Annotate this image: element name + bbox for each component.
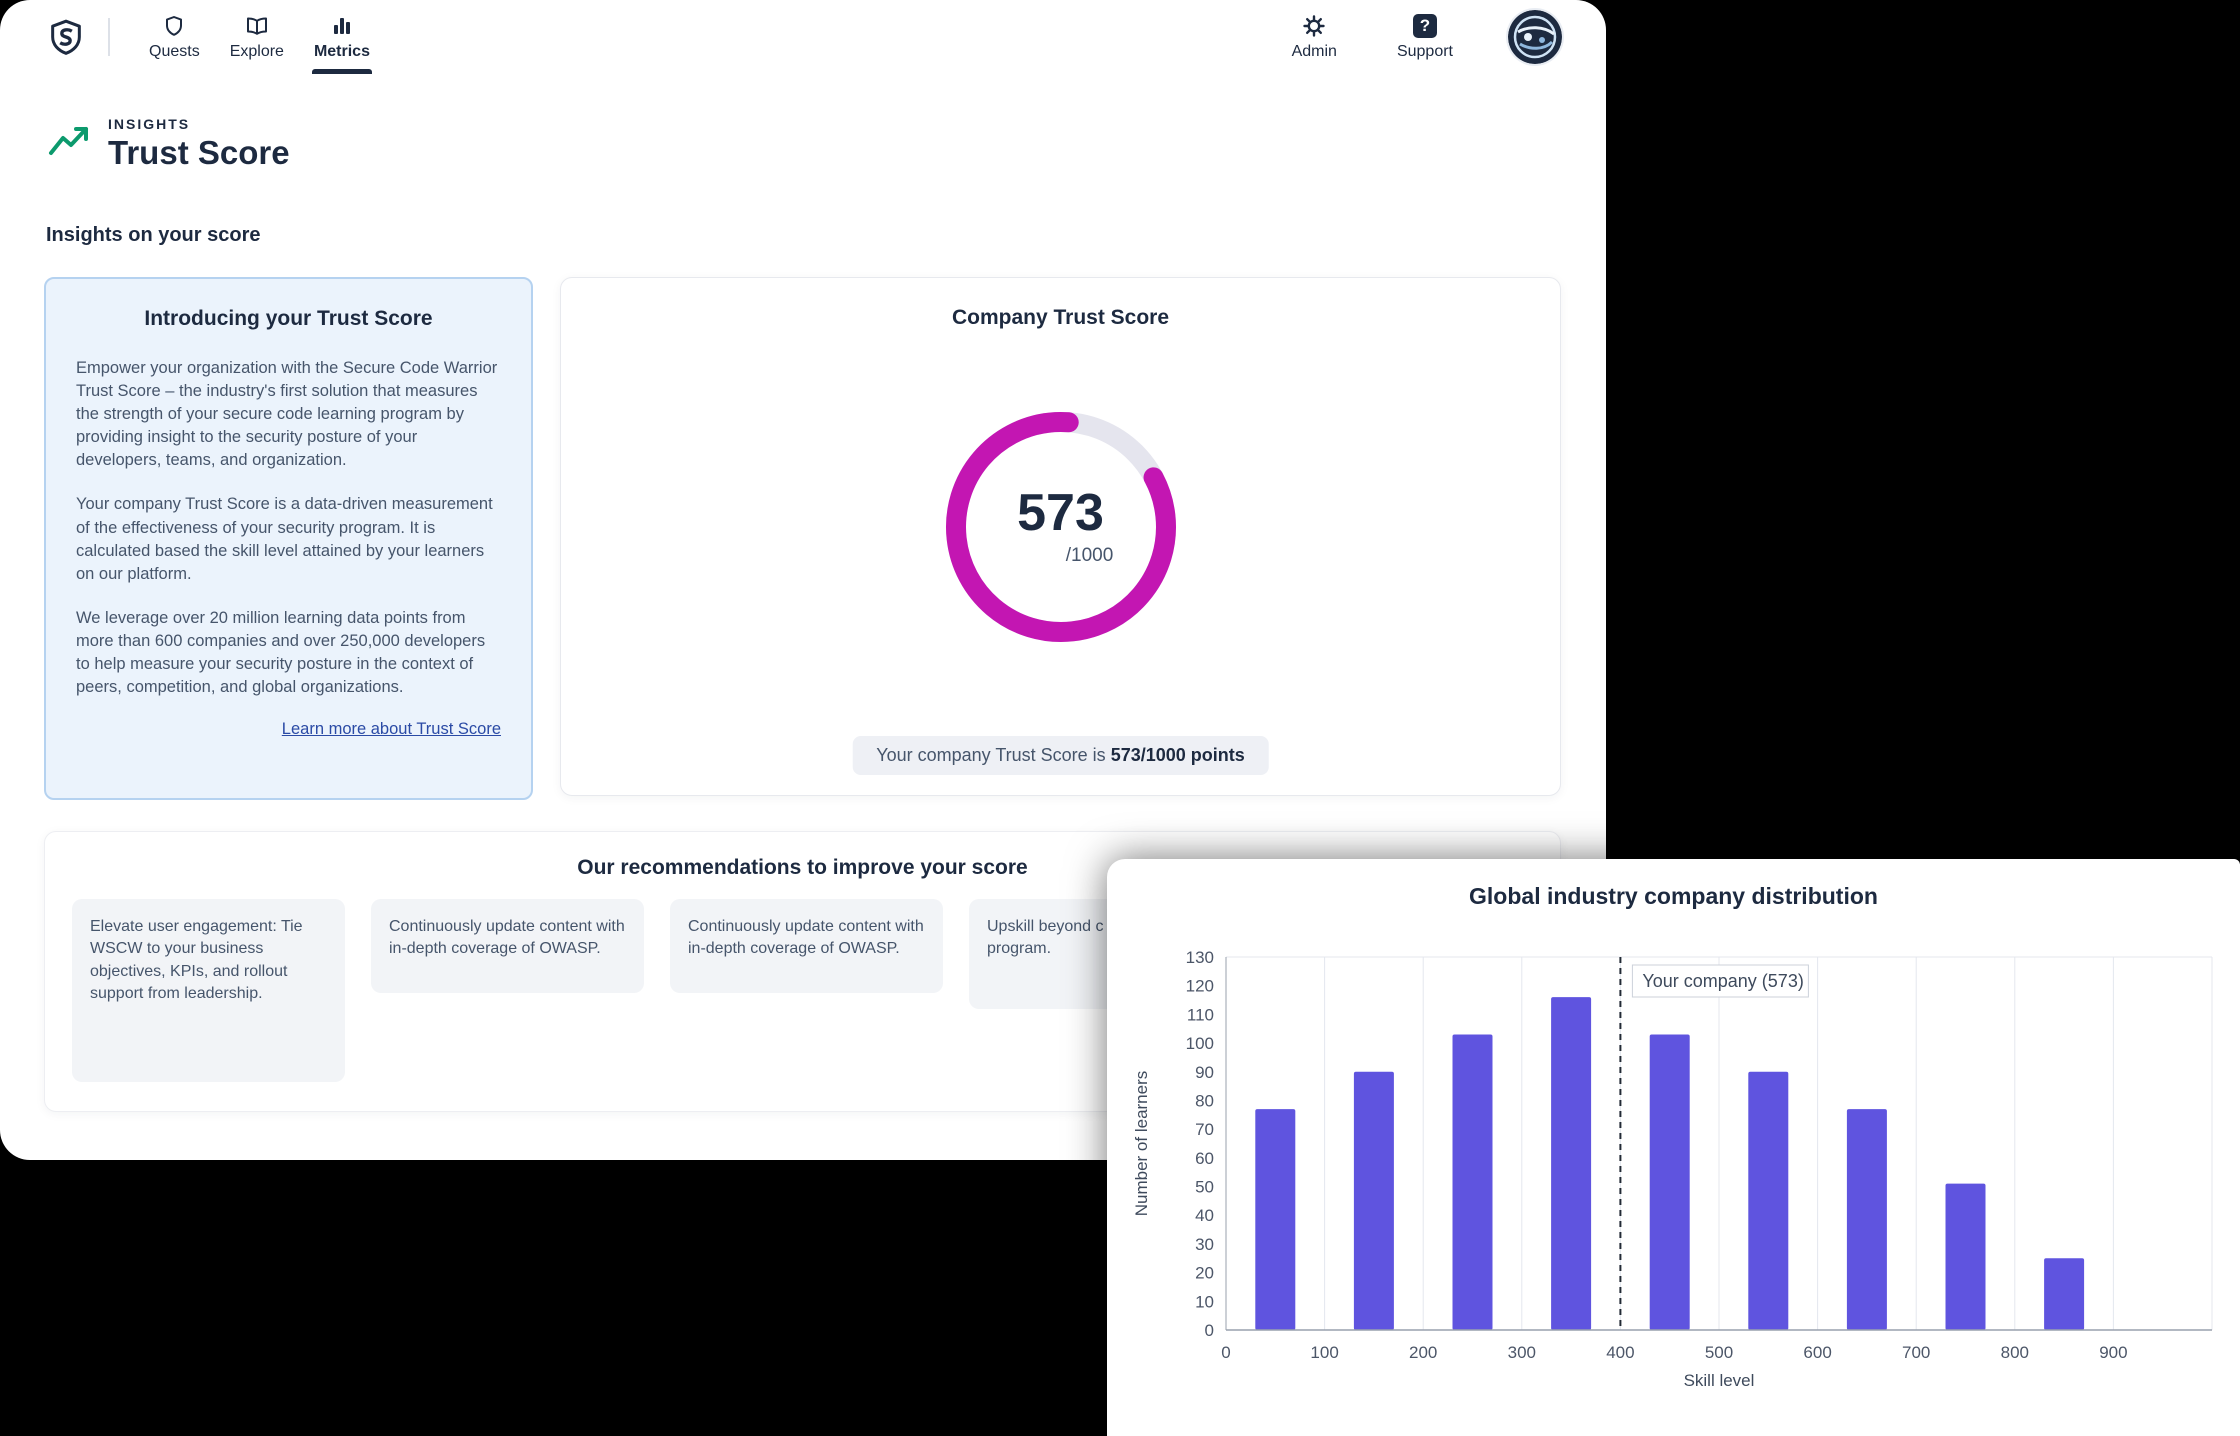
intro-paragraph: Empower your organization with the Secur… bbox=[76, 357, 501, 472]
nav-item-label: Quests bbox=[149, 43, 200, 61]
svg-text:130: 130 bbox=[1186, 948, 1214, 967]
open-book-icon bbox=[245, 14, 269, 38]
svg-text:80: 80 bbox=[1195, 1091, 1214, 1110]
svg-text:90: 90 bbox=[1195, 1063, 1214, 1082]
svg-text:120: 120 bbox=[1186, 977, 1214, 996]
app-logo-shield-icon[interactable] bbox=[44, 15, 88, 59]
intro-card-title: Introducing your Trust Score bbox=[76, 307, 501, 331]
gear-icon bbox=[1302, 14, 1326, 38]
distribution-chart-card: Global industry company distribution 010… bbox=[1107, 859, 2240, 1436]
distribution-bar-chart: 0 10 20 30 40 50 60 70 80 90 100 110 120 130 0 100 200 30… bbox=[1107, 859, 2240, 1436]
nav-divider bbox=[108, 18, 110, 56]
user-avatar[interactable] bbox=[1508, 10, 1562, 64]
nav-item-label: Explore bbox=[230, 43, 284, 61]
insights-eyebrow: INSIGHTS bbox=[108, 116, 290, 132]
nav-item-explore[interactable]: Explore bbox=[215, 0, 299, 74]
svg-text:500: 500 bbox=[1705, 1343, 1733, 1362]
nav-item-support[interactable]: ? Support bbox=[1382, 0, 1468, 74]
intro-paragraph: We leverage over 20 million learning dat… bbox=[76, 607, 501, 699]
score-card-title: Company Trust Score bbox=[561, 306, 1560, 330]
svg-text:800: 800 bbox=[2001, 1343, 2029, 1362]
recommendation-tile: Continuously update content with in-dept… bbox=[371, 899, 644, 993]
svg-text:100: 100 bbox=[1186, 1034, 1214, 1053]
nav-item-label: Metrics bbox=[314, 43, 370, 61]
trend-up-icon bbox=[48, 125, 90, 164]
score-summary-pill: Your company Trust Score is 573/1000 poi… bbox=[852, 736, 1269, 775]
trust-score-intro-card: Introducing your Trust Score Empower you… bbox=[44, 277, 533, 800]
nav-item-label: Admin bbox=[1292, 43, 1337, 61]
top-nav: Quests Explore Metrics bbox=[0, 0, 1606, 74]
trust-score-value: 573 /1000 bbox=[939, 405, 1183, 649]
nav-item-metrics[interactable]: Metrics bbox=[299, 0, 385, 74]
svg-text:700: 700 bbox=[1902, 1343, 1930, 1362]
svg-text:20: 20 bbox=[1195, 1264, 1214, 1283]
svg-text:50: 50 bbox=[1195, 1178, 1214, 1197]
learn-more-link[interactable]: Learn more about Trust Score bbox=[76, 720, 501, 739]
svg-text:Your company (573): Your company (573) bbox=[1642, 971, 1803, 991]
page-header: INSIGHTS Trust Score bbox=[48, 116, 290, 172]
section-heading: Insights on your score bbox=[46, 224, 260, 247]
svg-text:Skill level: Skill level bbox=[1684, 1371, 1755, 1390]
score-summary-text: Your company Trust Score is bbox=[876, 745, 1110, 765]
svg-text:60: 60 bbox=[1195, 1149, 1214, 1168]
trust-score-donut: 573 /1000 bbox=[939, 405, 1183, 649]
svg-text:0: 0 bbox=[1221, 1343, 1230, 1362]
recommendation-tile: Elevate user engagement: Tie WSCW to you… bbox=[72, 899, 345, 1082]
svg-text:100: 100 bbox=[1310, 1343, 1338, 1362]
svg-text:900: 900 bbox=[2099, 1343, 2127, 1362]
svg-text:110: 110 bbox=[1187, 1005, 1214, 1024]
score-number: 573 bbox=[1017, 487, 1104, 539]
svg-text:30: 30 bbox=[1195, 1235, 1214, 1254]
svg-text:40: 40 bbox=[1195, 1206, 1214, 1225]
recommendation-tile: Continuously update content with in-dept… bbox=[670, 899, 943, 993]
svg-text:300: 300 bbox=[1508, 1343, 1536, 1362]
svg-text:Number of learners: Number of learners bbox=[1132, 1071, 1151, 1217]
nav-item-quests[interactable]: Quests bbox=[134, 0, 215, 74]
score-denominator: /1000 bbox=[1066, 545, 1114, 567]
intro-paragraph: Your company Trust Score is a data-drive… bbox=[76, 493, 501, 585]
company-trust-score-card: Company Trust Score 573 /1000 Your compa… bbox=[560, 277, 1561, 796]
svg-text:400: 400 bbox=[1606, 1343, 1634, 1362]
score-summary-bold: 573/1000 points bbox=[1111, 745, 1245, 765]
svg-text:70: 70 bbox=[1195, 1120, 1214, 1139]
bar-chart-icon bbox=[330, 14, 354, 38]
nav-item-admin[interactable]: Admin bbox=[1277, 0, 1352, 74]
page-title: Trust Score bbox=[108, 134, 290, 172]
question-mark-icon: ? bbox=[1413, 14, 1437, 38]
svg-text:0: 0 bbox=[1205, 1321, 1214, 1340]
svg-text:600: 600 bbox=[1803, 1343, 1831, 1362]
nav-right-group: Admin ? Support bbox=[1277, 0, 1562, 74]
shield-quests-icon bbox=[162, 14, 186, 38]
nav-item-label: Support bbox=[1397, 43, 1453, 61]
svg-text:10: 10 bbox=[1195, 1292, 1214, 1311]
svg-text:200: 200 bbox=[1409, 1343, 1437, 1362]
recommendation-tiles: Elevate user engagement: Tie WSCW to you… bbox=[72, 899, 1242, 1082]
